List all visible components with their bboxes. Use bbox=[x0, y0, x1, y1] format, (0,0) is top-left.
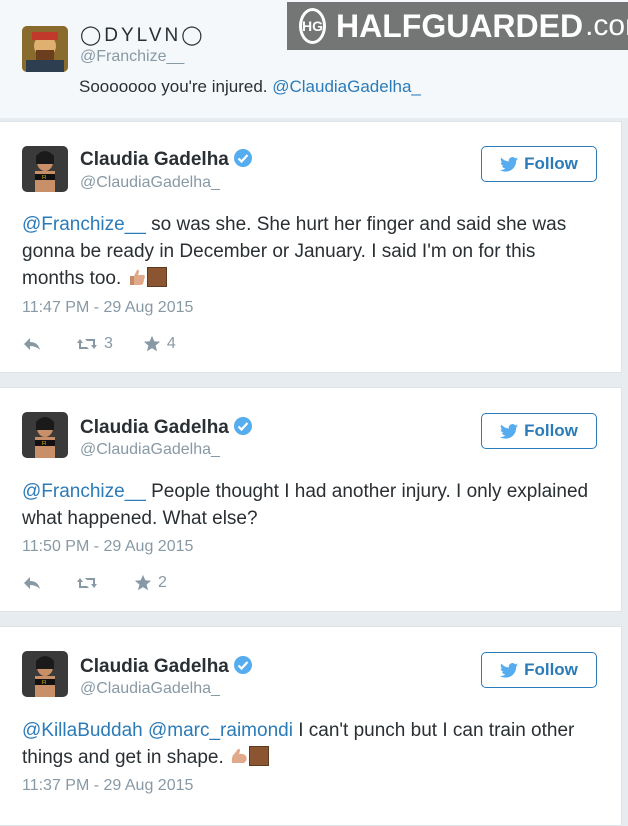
tweet-author-handle[interactable]: @ClaudiaGadelha_ bbox=[80, 680, 220, 698]
svg-text:FI: FI bbox=[42, 175, 46, 181]
watermark-brand: HALFGUARDED bbox=[336, 7, 584, 44]
reply-button[interactable] bbox=[22, 336, 42, 352]
favorite-count: 4 bbox=[166, 335, 176, 352]
tweet-card: FI Claudia Gadelha @ClaudiaGadelha_ Foll… bbox=[0, 121, 622, 373]
franchize-avatar[interactable] bbox=[22, 26, 68, 72]
flexed-biceps-emoji-icon bbox=[231, 748, 247, 763]
reply-icon bbox=[24, 577, 40, 589]
header-handle[interactable]: @Franchize__ bbox=[80, 48, 184, 66]
claudia-avatar[interactable]: FI bbox=[22, 651, 68, 697]
verified-icon bbox=[233, 417, 252, 435]
favorite-button[interactable]: 4 bbox=[143, 335, 176, 353]
tweet-text: @Franchize__ so was she. She hurt her fi… bbox=[22, 211, 592, 292]
follow-button[interactable]: Follow bbox=[481, 652, 597, 688]
tweet-author-name[interactable]: Claudia Gadelha bbox=[80, 655, 253, 678]
header-text-prefix: Sooooooo you're injured. bbox=[79, 77, 273, 96]
svg-text:FI: FI bbox=[42, 680, 46, 686]
verified-icon bbox=[233, 656, 252, 674]
halfguarded-watermark: HG HALFGUARDED .com bbox=[287, 2, 628, 50]
tweet-timestamp[interactable]: 11:50 PM - 29 Aug 2015 bbox=[22, 538, 193, 556]
hg-badge-icon: HG bbox=[299, 8, 326, 44]
mention-link[interactable]: @Franchize__ bbox=[22, 214, 146, 235]
favorite-button[interactable]: 2 bbox=[134, 574, 167, 592]
tweet-card: FI Claudia Gadelha @ClaudiaGadelha_ Foll… bbox=[0, 626, 622, 826]
reply-button[interactable] bbox=[22, 575, 42, 591]
tweet-text: @Franchize__ People thought I had anothe… bbox=[22, 478, 592, 532]
twitter-bird-icon bbox=[500, 156, 519, 172]
watermark-domain: .com bbox=[585, 9, 628, 42]
retweet-icon bbox=[77, 578, 97, 588]
follow-label: Follow bbox=[524, 154, 578, 173]
retweet-button[interactable] bbox=[76, 575, 104, 591]
follow-label: Follow bbox=[524, 421, 578, 440]
verified-icon bbox=[233, 149, 252, 167]
retweet-button[interactable]: 3 bbox=[76, 335, 113, 353]
tweet-actions: 2 bbox=[22, 571, 197, 595]
tweet-card: FI Claudia Gadelha @ClaudiaGadelha_ Foll… bbox=[0, 387, 622, 612]
follow-button[interactable]: Follow bbox=[481, 146, 597, 182]
reply-icon bbox=[24, 338, 40, 350]
retweet-icon bbox=[77, 339, 97, 349]
tweet-author-handle[interactable]: @ClaudiaGadelha_ bbox=[80, 174, 220, 192]
claudia-avatar[interactable]: FI bbox=[22, 412, 68, 458]
tweet-text: @KillaBuddah @marc_raimondi I can't punc… bbox=[22, 717, 592, 771]
header-tweet-text: Sooooooo you're injured. @ClaudiaGadelha… bbox=[79, 73, 628, 100]
star-icon bbox=[134, 574, 152, 591]
header-mention-link[interactable]: @ClaudiaGadelha_ bbox=[272, 77, 421, 96]
skin-tone-modifier-icon bbox=[249, 746, 270, 766]
svg-text:FI: FI bbox=[42, 441, 46, 447]
skin-tone-modifier-icon bbox=[146, 267, 167, 287]
follow-button[interactable]: Follow bbox=[481, 413, 597, 449]
tweet-timestamp[interactable]: 11:47 PM - 29 Aug 2015 bbox=[22, 299, 193, 317]
header-display-name[interactable]: ◯DYLVN◯ bbox=[80, 24, 205, 47]
tweet-author-name[interactable]: Claudia Gadelha bbox=[80, 416, 253, 439]
claudia-avatar[interactable]: FI bbox=[22, 146, 68, 192]
tweet-author-name[interactable]: Claudia Gadelha bbox=[80, 148, 253, 171]
twitter-bird-icon bbox=[500, 662, 519, 678]
retweet-count: 3 bbox=[104, 335, 113, 352]
mention-link[interactable]: @Franchize__ bbox=[22, 481, 146, 502]
star-icon bbox=[143, 335, 161, 352]
tweet-author-handle[interactable]: @ClaudiaGadelha_ bbox=[80, 441, 220, 459]
mention-link[interactable]: @marc_raimondi bbox=[148, 720, 293, 741]
thumbs-up-emoji-icon bbox=[129, 269, 145, 285]
favorite-count: 2 bbox=[158, 574, 167, 591]
tweet-timestamp[interactable]: 11:37 PM - 29 Aug 2015 bbox=[22, 777, 193, 795]
twitter-bird-icon bbox=[500, 423, 519, 439]
follow-label: Follow bbox=[524, 660, 578, 679]
tweet-actions: 3 4 bbox=[22, 332, 206, 356]
mention-link[interactable]: @KillaBuddah bbox=[22, 720, 143, 741]
